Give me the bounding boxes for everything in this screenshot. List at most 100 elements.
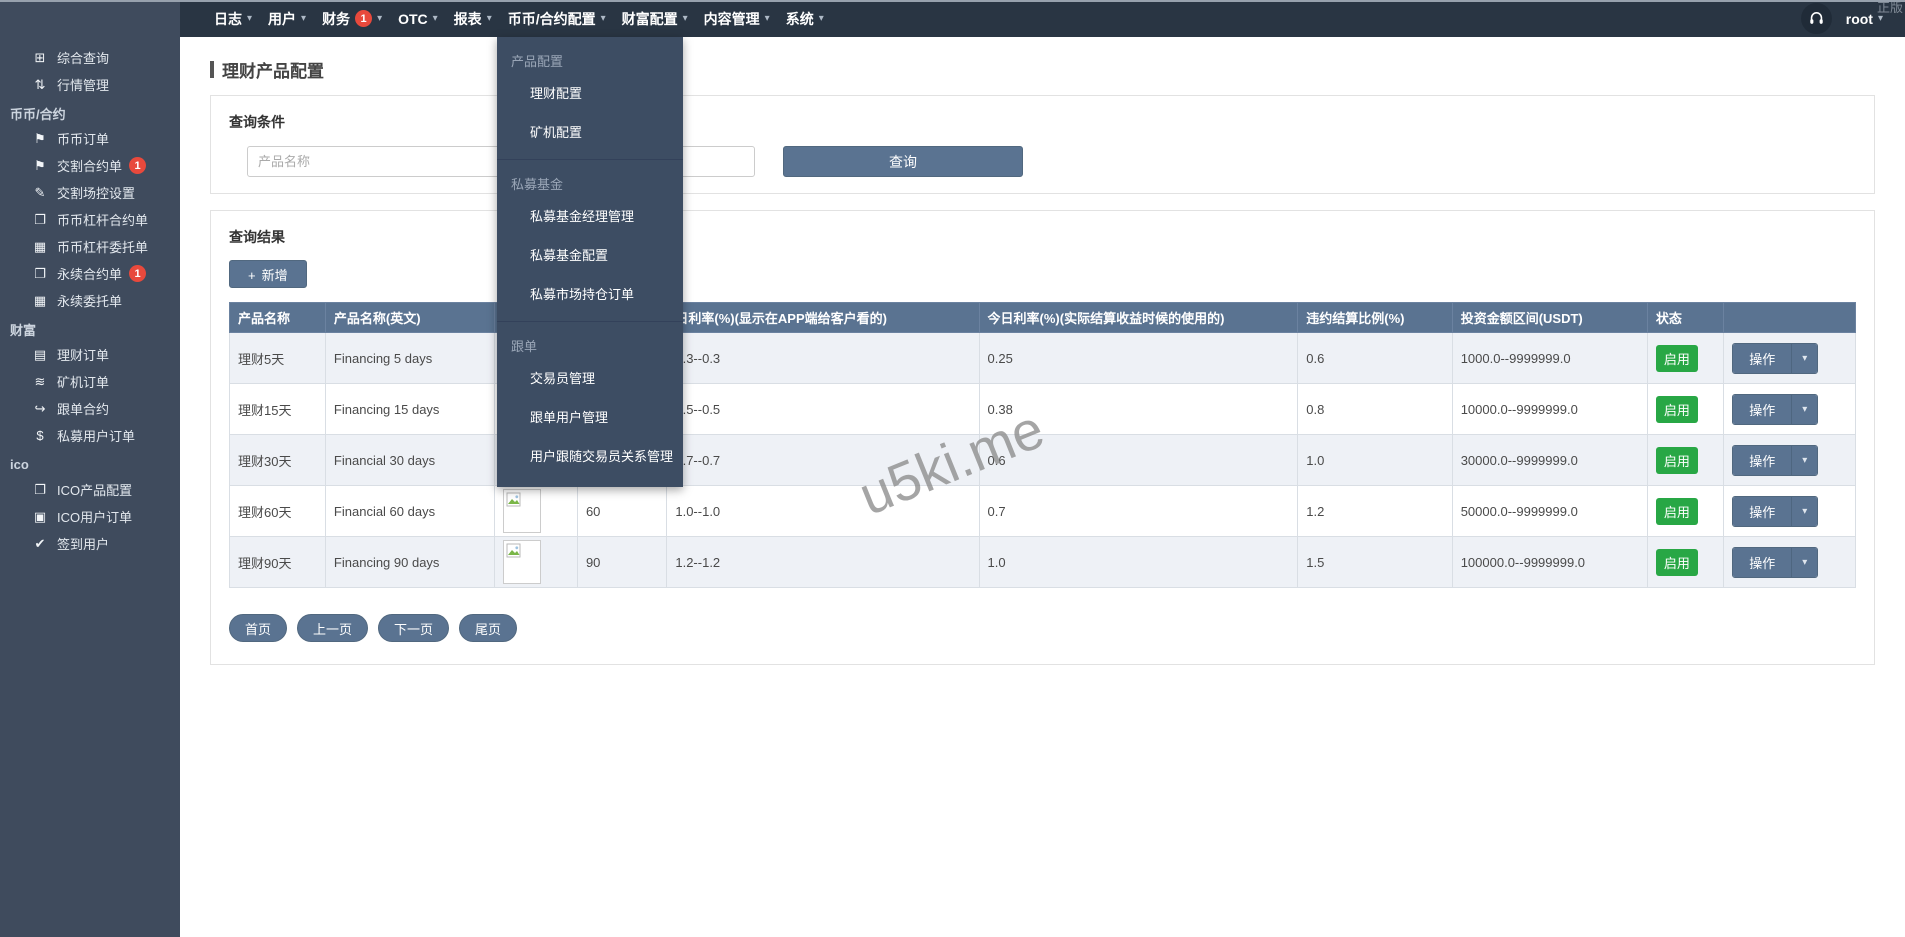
pagination-first[interactable]: 首页 [229,614,288,642]
sidebar-item-label: ICO用户订单 [57,510,133,525]
action-dropdown-button[interactable]: ▾ [1791,343,1818,373]
page-title-text: 理财产品配置 [222,62,324,81]
calculator-icon: ▦ [33,292,47,308]
col-status: 状态 [1646,302,1725,333]
cell-daily-rate: 0.5--0.5 [666,383,980,435]
cell-invest-range: 50000.0--9999999.0 [1451,485,1648,537]
status-badge: 启用 [1655,446,1698,474]
action-button[interactable]: 操作 [1733,547,1792,577]
products-table: 产品名称 产品名称(英文) 日利率(%)(显示在APP端给客户看的) 今日利率(… [229,302,1856,588]
status-badge: 启用 [1655,344,1698,372]
chevron-down-icon: ▾ [682,13,688,24]
menu-logs[interactable]: 日志 ▾ [214,0,252,37]
table-row: 理财60天 Financial 60 days 60 1.0--1.0 0.7 1.2 50… [229,485,1856,537]
sidebar-item-coin-margin-entrust-orders[interactable]: ▦ 币币杠杆委托单 [0,233,180,260]
dropdown-item-copy-user-management[interactable]: 跟单用户管理 [497,397,683,436]
add-button[interactable]: + 新增 [229,260,307,288]
pagination-last[interactable]: 尾页 [459,614,518,642]
menu-otc[interactable]: OTC ▾ [398,0,438,37]
action-dropdown-button[interactable]: ▾ [1791,394,1818,424]
notification-badge: 1 [129,157,147,174]
col-today-rate: 今日利率(%)(实际结算收益时候的使用的) [978,302,1299,333]
sidebar-item-market-management[interactable]: ⇅ 行情管理 [0,71,180,98]
sidebar-item-perpetual-entrust-orders[interactable]: ▦ 永续委托单 [0,287,180,314]
chevron-down-icon: ▾ [377,13,383,24]
table-body: 理财5天 Financing 5 days 0.3--0.3 0.25 0.6 1000.… [229,332,1856,588]
pagination-next[interactable]: 下一页 [378,614,450,642]
cell-product-name-en: Financing 5 days [324,332,496,384]
title-bar [210,61,214,78]
sidebar-item-comprehensive-query[interactable]: ⊞ 综合查询 [0,44,180,71]
dropdown-item-private-fund-market-position-orders[interactable]: 私募市场持仓订单 [497,274,683,313]
sidebar-item-perpetual-contract-orders[interactable]: ❐ 永续合约单 1 [0,260,180,287]
menu-label: 系统 [785,10,814,27]
table-row: 理财30天Financial 30 days300.7--0.70.61.030… [229,434,1856,486]
dropdown-item-financing-config[interactable]: 理财配置 [497,73,683,112]
menu-wealth-config[interactable]: 财富配置 ▾ [622,0,688,37]
sidebar-item-label: 理财订单 [57,348,110,363]
sidebar-item-label: 交割合约单 [57,159,123,174]
menu-label: 内容管理 [703,10,760,27]
results-panel-header: 查询结果 [229,229,285,245]
sidebar-item-ico-product-config[interactable]: ❐ ICO产品配置 [0,476,180,503]
sidebar-item-checkin-users[interactable]: ✔ 签到用户 [0,530,180,557]
dropdown-item-private-fund-config[interactable]: 私募基金配置 [497,235,683,274]
topbar: 日志 ▾ 用户 ▾ 财务 1 ▾ OTC ▾ 报表 ▾ 币币/合约配置 ▾ 财富配置 ▾ 内容管… [180,0,1905,37]
menu-coin-contract-config[interactable]: 币币/合约配置 ▾ [508,0,606,37]
support-button[interactable] [1800,3,1832,34]
sidebar-item-miner-orders[interactable]: ≋ 矿机订单 [0,368,180,395]
pagination-prev[interactable]: 上一页 [297,614,369,642]
cell-status: 启用 [1646,434,1725,486]
dropdown-item-user-follow-trader-relation-management[interactable]: 用户跟随交易员关系管理 [497,436,683,475]
cell-product-name-en: Financing 90 days [324,536,496,588]
action-dropdown-button[interactable]: ▾ [1791,445,1818,475]
calculator-icon: ▦ [33,238,47,254]
dropdown-section-copy-trade: 跟单 交易员管理 跟单用户管理 用户跟随交易员关系管理 [497,321,683,475]
sidebar-item-label: 行情管理 [57,78,110,93]
action-dropdown-button[interactable]: ▾ [1791,496,1818,526]
chevron-down-icon: ▾ [764,13,770,24]
cell-penalty-ratio: 0.6 [1297,332,1453,384]
dropdown-item-trader-management[interactable]: 交易员管理 [497,358,683,397]
search-row: 查询 [229,146,1856,177]
sidebar-item-coin-orders[interactable]: ⚑ 币币订单 [0,125,180,152]
dropdown-section-product-config: 产品配置 理财配置 矿机配置 [497,41,683,151]
menu-label: 币币/合约配置 [507,10,596,27]
sidebar-item-delivery-risk-settings[interactable]: ✎ 交割场控设置 [0,179,180,206]
action-button[interactable]: 操作 [1733,343,1792,373]
menu-finance[interactable]: 财务 1 ▾ [322,0,382,37]
action-split-button: 操作 ▾ [1732,342,1819,374]
action-dropdown-button[interactable]: ▾ [1791,547,1818,577]
username: root [1845,10,1873,27]
action-button[interactable]: 操作 [1733,394,1792,424]
broken-image-icon [506,543,521,558]
sidebar-item-financing-orders[interactable]: ▤ 理财订单 [0,341,180,368]
col-penalty-ratio: 违约结算比例(%) [1297,302,1453,333]
cell-product-name: 理财90天 [229,536,326,588]
menu-users[interactable]: 用户 ▾ [268,0,306,37]
sidebar-item-delivery-contract-orders[interactable]: ⚑ 交割合约单 1 [0,152,180,179]
cell-product-name: 理财5天 [229,332,326,384]
menu-content-management[interactable]: 内容管理 ▾ [704,0,770,37]
cell-product-name: 理财30天 [229,434,326,486]
cell-days: 60 [576,485,668,537]
menu-reports[interactable]: 报表 ▾ [454,0,492,37]
sidebar-item-coin-margin-contract-orders[interactable]: ❐ 币币杠杆合约单 [0,206,180,233]
dropdown-item-private-fund-manager-management[interactable]: 私募基金经理管理 [497,196,683,235]
notification-badge: 1 [129,265,147,282]
sidebar: ⊞ 综合查询 ⇅ 行情管理 币币/合约 ⚑ 币币订单 ⚑ 交割合约单 1 ✎ 交割场控设置 … [0,0,180,937]
sidebar-section-ico: ico [10,456,29,472]
action-button[interactable]: 操作 [1733,496,1792,526]
sidebar-item-copy-trade-contract[interactable]: ↪ 跟单合约 [0,395,180,422]
dropdown-item-miner-config[interactable]: 矿机配置 [497,112,683,151]
cell-today-rate: 0.25 [978,332,1299,384]
layers-icon: ≋ [34,373,46,389]
bookmark-icon: ⚑ [34,157,46,173]
search-button[interactable]: 查询 [783,146,1023,177]
sidebar-item-private-fund-user-orders[interactable]: $ 私募用户订单 [0,422,180,449]
menu-system[interactable]: 系统 ▾ [786,0,824,37]
chevron-down-icon: ▾ [600,13,606,24]
action-button[interactable]: 操作 [1733,445,1792,475]
sidebar-section-wealth: 财富 [10,322,37,338]
sidebar-item-ico-user-orders[interactable]: ▣ ICO用户订单 [0,503,180,530]
